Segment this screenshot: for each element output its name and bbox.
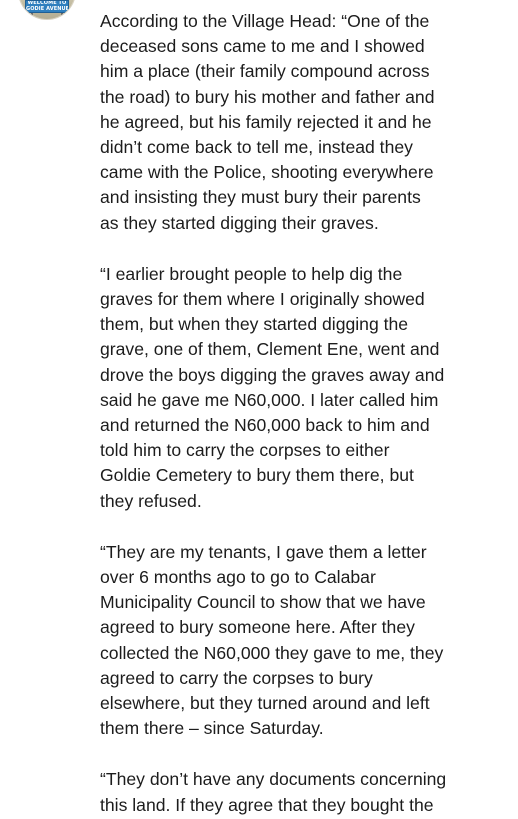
text-line: drove the boys digging the graves away a… — [100, 364, 445, 385]
paragraph-2: “I earlier brought people to help dig th… — [100, 262, 510, 514]
text-line: they refused. — [100, 490, 202, 511]
text-line: graves for them where I originally showe… — [100, 289, 425, 310]
text-line: “I earlier brought people to help dig th… — [100, 263, 403, 284]
text-line: and insisting they must bury their paren… — [100, 187, 421, 208]
avatar[interactable]: WELCOME TO GODIE AVENUE — [18, 0, 76, 20]
text-line: “They don’t have any documents concernin… — [100, 769, 447, 790]
text-line: collected the N60,000 they gave to me, t… — [100, 642, 444, 663]
text-line: agreed to carry the corpses to bury — [100, 667, 373, 688]
sign-post-right — [61, 13, 63, 19]
text-line: he agreed, but his family rejected it an… — [100, 111, 432, 132]
text-line: elsewhere, but they turned around and le… — [100, 693, 430, 714]
text-line: According to the Village Head: “One of t… — [100, 11, 430, 31]
text-line: him a place (their family compound acros… — [100, 61, 430, 82]
street-sign-line-2: GODIE AVENUE — [26, 5, 69, 12]
text-line: said he gave me N60,000. I later called … — [100, 389, 439, 410]
text-line: them, but when they started digging the — [100, 314, 409, 335]
paragraph-3: “They are my tenants, I gave them a lett… — [100, 540, 510, 742]
paragraph-4: “They don’t have any documents concernin… — [100, 767, 510, 817]
text-line: and returned the N60,000 back to him and — [100, 415, 430, 436]
text-line: them there – since Saturday. — [100, 718, 324, 739]
text-line: the road) to bury his mother and father … — [100, 86, 435, 107]
text-line: this land. If they agree that they bough… — [100, 794, 434, 815]
text-line: came with the Police, shooting everywher… — [100, 162, 434, 183]
street-sign: WELCOME TO GODIE AVENUE — [25, 0, 69, 13]
text-line: over 6 months ago to go to Calabar — [100, 567, 376, 588]
sign-post-left — [31, 13, 33, 19]
text-line: “They are my tenants, I gave them a lett… — [100, 541, 427, 562]
paragraph-1: According to the Village Head: “One of t… — [100, 9, 510, 236]
text-line: Goldie Cemetery to bury them there, but — [100, 465, 414, 486]
text-line: grave, one of them, Clement Ene, went an… — [100, 339, 440, 360]
text-line: deceased sons came to me and I showed — [100, 36, 425, 57]
text-line: Municipality Council to show that we hav… — [100, 592, 426, 613]
text-line: told him to carry the corpses to either — [100, 440, 390, 461]
text-line: didn’t come back to tell me, instead the… — [100, 137, 413, 158]
post-body: According to the Village Head: “One of t… — [100, 9, 510, 819]
text-line: as they started digging their graves. — [100, 212, 379, 233]
text-line: agreed to bury someone here. After they — [100, 617, 415, 638]
